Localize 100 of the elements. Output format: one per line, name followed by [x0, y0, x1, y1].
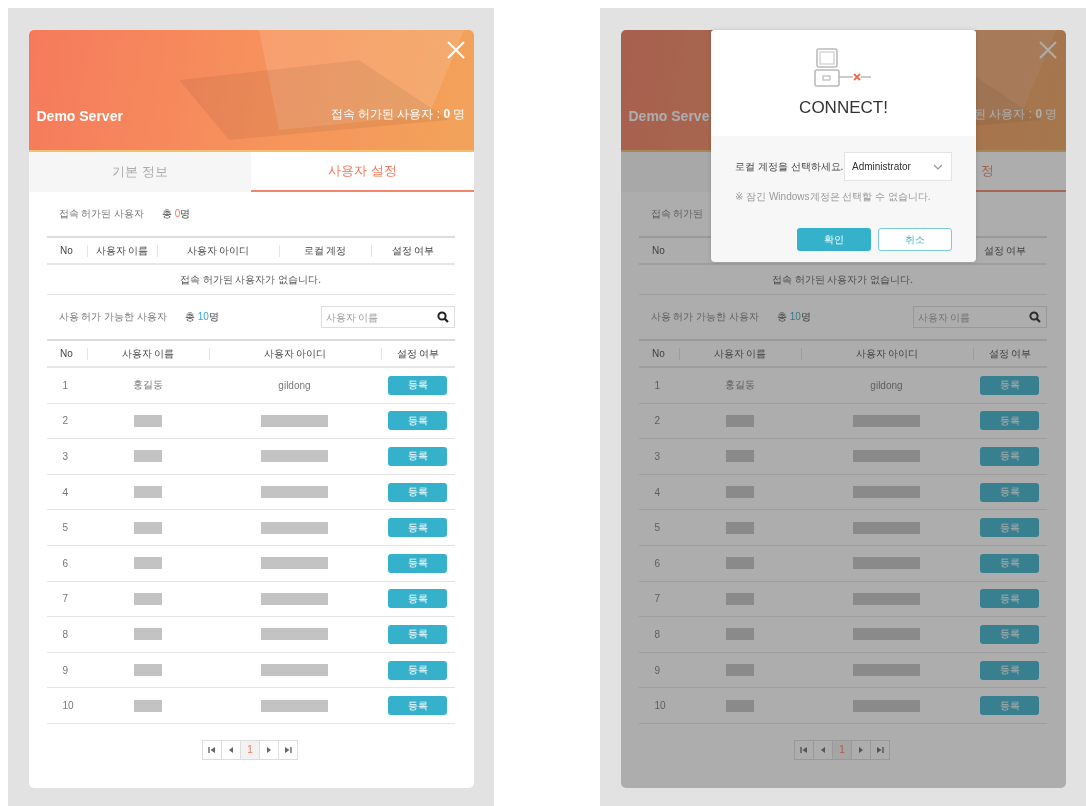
register-button[interactable]: 등록 — [388, 447, 447, 466]
redacted-block — [133, 592, 162, 605]
column-header: No — [60, 244, 73, 256]
previous-page-button[interactable] — [221, 739, 241, 760]
search-icon[interactable] — [436, 311, 449, 323]
previous-page-button[interactable] — [813, 739, 833, 760]
row-number: 2 — [62, 415, 69, 427]
first-page-button[interactable] — [794, 739, 814, 760]
register-button[interactable]: 등록 — [980, 411, 1039, 431]
last-page-icon — [876, 745, 884, 754]
redacted-block — [725, 521, 754, 534]
register-button[interactable]: 등록 — [388, 411, 447, 431]
redacted-block — [133, 450, 162, 463]
total-count: 총 10명 — [184, 310, 219, 324]
redacted-block — [261, 414, 328, 427]
column-header: No — [652, 347, 665, 359]
register-button[interactable]: 등록 — [388, 518, 447, 538]
column-header: 사용자 이름 — [713, 347, 767, 359]
row-number: 3 — [62, 451, 69, 462]
row-number: 4 — [62, 486, 69, 498]
register-button[interactable]: 등록 — [388, 660, 447, 680]
row-number: 1 — [654, 379, 661, 391]
redacted-block — [261, 557, 328, 570]
register-button[interactable]: 등록 — [388, 553, 447, 573]
register-button[interactable]: 등록 — [980, 518, 1039, 538]
row-number: 10 — [62, 700, 74, 712]
column-header: 사용자 이름 — [121, 347, 175, 359]
row-number: 5 — [62, 522, 69, 534]
previous-page-icon — [227, 745, 235, 754]
row-number: 9 — [654, 664, 661, 676]
row-number: 7 — [654, 593, 661, 605]
redacted-block — [725, 414, 754, 427]
redacted-block — [261, 486, 328, 499]
register-button[interactable]: 등록 — [388, 589, 447, 609]
register-button[interactable]: 등록 — [388, 624, 447, 644]
redacted-block — [725, 486, 754, 499]
register-button[interactable]: 등록 — [980, 375, 1039, 395]
next-page-button[interactable] — [851, 739, 871, 760]
empty-message: 접속 허가된 사용자가 없습니다. — [46, 265, 455, 295]
user-name: 홍길동 — [724, 378, 755, 393]
confirm-button[interactable]: 확인 — [797, 228, 871, 251]
allowed-user-count: 된 사용자 : 0 명 — [974, 106, 1058, 123]
page-button[interactable]: 1 — [240, 739, 260, 760]
register-button[interactable]: 등록 — [980, 482, 1039, 502]
close-icon[interactable] — [446, 41, 465, 59]
register-button[interactable]: 등록 — [980, 589, 1039, 609]
section-label: 사용 허가 가능한 사용자 — [650, 310, 759, 324]
row-number: 6 — [62, 557, 69, 569]
next-page-icon — [265, 745, 273, 754]
column-header: 로컬 계정 — [303, 244, 347, 256]
search-icon[interactable] — [1028, 311, 1041, 323]
redacted-block — [133, 521, 162, 534]
redacted-block — [853, 592, 920, 605]
redacted-block — [853, 521, 920, 534]
last-page-button[interactable] — [870, 739, 890, 760]
redacted-block — [725, 699, 754, 712]
redacted-block — [725, 664, 754, 677]
redacted-block — [853, 699, 920, 712]
redacted-block — [853, 414, 920, 427]
redacted-block — [261, 628, 328, 641]
next-page-button[interactable] — [259, 739, 279, 760]
redacted-block — [261, 699, 328, 712]
register-button[interactable]: 등록 — [980, 660, 1039, 680]
next-page-icon — [857, 745, 865, 754]
register-button[interactable]: 등록 — [980, 553, 1039, 573]
page-button[interactable]: 1 — [832, 739, 852, 760]
redacted-block — [261, 592, 328, 605]
column-header: 사용자 아이디 — [186, 244, 250, 256]
column-header: 사용자 이름 — [95, 244, 149, 256]
row-number: 3 — [654, 451, 661, 462]
column-header: 설정 여부 — [396, 347, 440, 359]
register-button[interactable]: 등록 — [388, 482, 447, 502]
user-id: gildong — [278, 379, 311, 391]
server-title: Demo Server — [36, 108, 123, 124]
first-page-button[interactable] — [202, 739, 222, 760]
row-number: 6 — [654, 557, 661, 569]
row-number: 2 — [654, 415, 661, 427]
allowed-user-count: 접속 허가된 사용자 : 0 명 — [330, 106, 466, 123]
row-number: 7 — [62, 593, 69, 605]
register-button[interactable]: 등록 — [980, 696, 1039, 716]
last-page-button[interactable] — [278, 739, 298, 760]
redacted-block — [853, 450, 920, 463]
column-header: 설정 여부 — [391, 244, 435, 256]
row-number: 8 — [62, 628, 69, 640]
register-button[interactable]: 등록 — [980, 447, 1039, 466]
register-button[interactable]: 등록 — [388, 696, 447, 716]
register-button[interactable]: 등록 — [980, 624, 1039, 644]
row-number: 9 — [62, 664, 69, 676]
first-page-icon — [208, 745, 216, 754]
section-label: 접속 허가된 사용자 — [58, 207, 145, 221]
tab[interactable]: 기본 정보 — [28, 152, 251, 192]
search-field[interactable]: 사용자 이름 — [320, 306, 455, 328]
redacted-block — [853, 664, 920, 677]
user-name: 홍길동 — [132, 378, 163, 393]
account-select[interactable]: Administrator — [844, 152, 952, 181]
register-button[interactable]: 등록 — [388, 375, 447, 395]
cancel-button[interactable]: 취소 — [878, 228, 952, 251]
user-id: gildong — [870, 379, 903, 391]
row-number: 4 — [654, 486, 661, 498]
section-label: 사용 허가 가능한 사용자 — [58, 310, 167, 324]
